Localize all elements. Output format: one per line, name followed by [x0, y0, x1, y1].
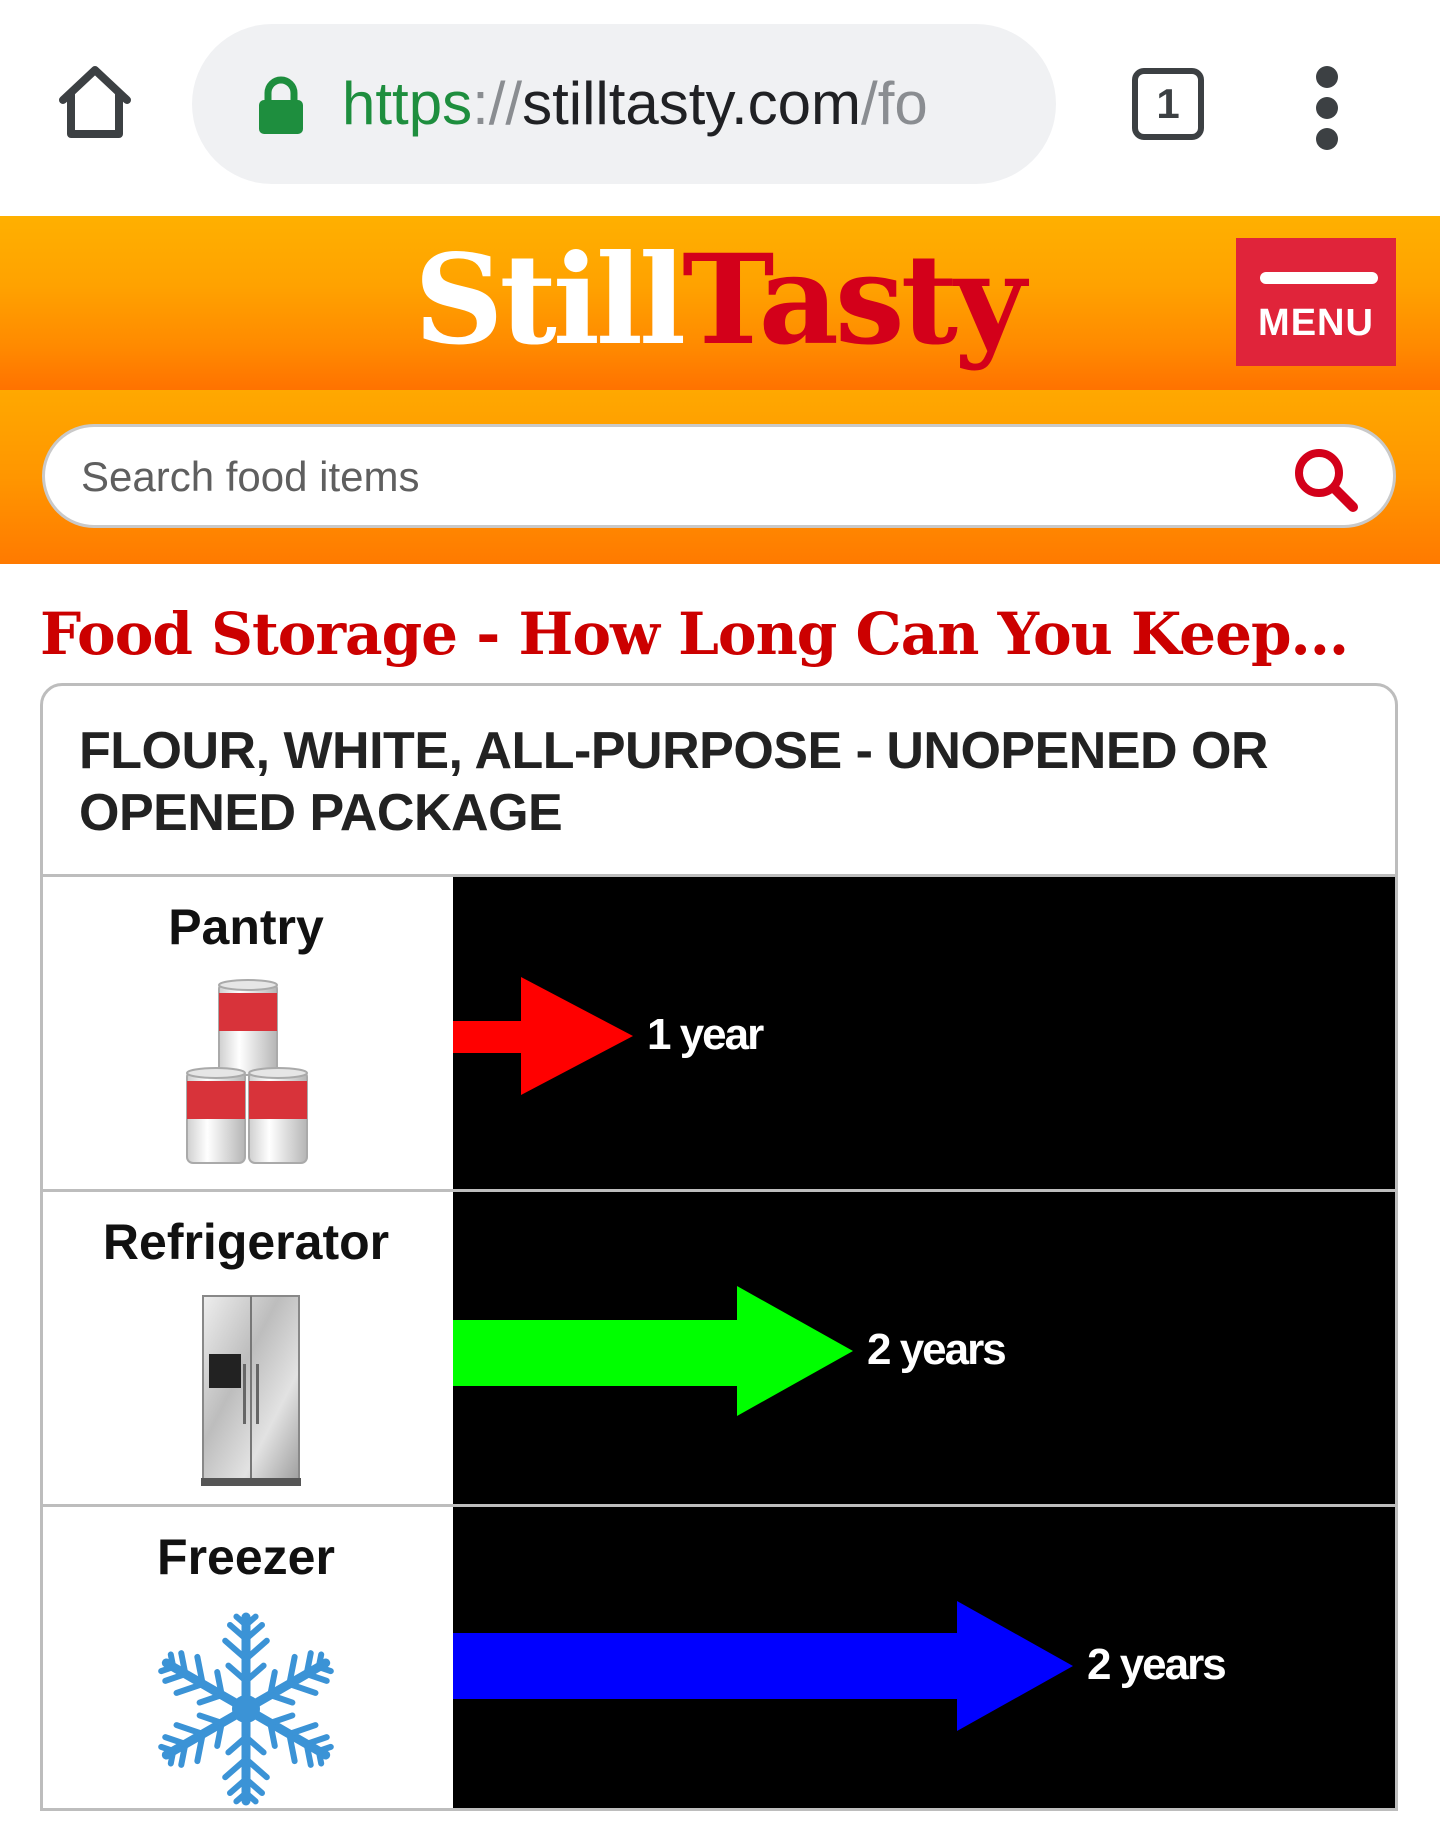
url-text[interactable]: https://stilltasty.com/fo [342, 66, 928, 142]
storage-row-pantry: Pantry 1 year [43, 877, 1395, 1189]
search-input[interactable] [81, 449, 1261, 505]
site-header: StillTasty MENU [0, 216, 1440, 390]
search-box [42, 424, 1396, 528]
logo-still: Still [414, 228, 686, 373]
tab-switcher-button[interactable]: 1 [1132, 68, 1204, 140]
search-icon[interactable] [1289, 443, 1361, 515]
storage-location-cell: Pantry [43, 877, 449, 1189]
storage-duration-cell: 2 years [453, 1192, 1395, 1504]
storage-row-freezer: Freezer 2 years [43, 1507, 1395, 1808]
storage-location-label: Refrigerator [102, 1214, 390, 1270]
duration-arrow [453, 977, 633, 1095]
home-icon[interactable] [55, 62, 135, 144]
address-bar[interactable]: https://stilltasty.com/fo [192, 24, 1056, 184]
storage-location-label: Pantry [168, 899, 324, 955]
canned-goods-icon [183, 977, 311, 1172]
duration-label: 2 years [867, 1325, 1007, 1374]
refrigerator-icon [201, 1294, 301, 1491]
duration-label: 2 years [1087, 1640, 1227, 1689]
menu-button[interactable]: MENU [1236, 238, 1396, 366]
storage-card: FLOUR, WHITE, ALL-PURPOSE - UNOPENED OR … [40, 683, 1398, 1811]
storage-location-cell: Freezer [43, 1507, 449, 1808]
storage-row-refrigerator: Refrigerator 2 years [43, 1192, 1395, 1504]
menu-bar-icon [1260, 272, 1378, 284]
browser-toolbar: https://stilltasty.com/fo 1 [0, 0, 1440, 216]
duration-arrow [453, 1601, 1073, 1731]
url-separator: :// [472, 70, 523, 137]
url-host: stilltasty.com [522, 70, 862, 137]
snowflake-icon [141, 1609, 351, 1808]
storage-location-cell: Refrigerator [43, 1192, 449, 1504]
duration-label: 1 year [647, 1010, 764, 1059]
menu-label: MENU [1258, 302, 1374, 344]
search-strip [0, 390, 1440, 564]
food-item-title: FLOUR, WHITE, ALL-PURPOSE - UNOPENED OR … [79, 722, 1269, 842]
storage-location-label: Freezer [157, 1529, 335, 1585]
storage-duration-cell: 2 years [453, 1507, 1395, 1808]
lock-icon [256, 76, 306, 136]
logo-tasty: Tasty [682, 228, 1026, 373]
url-scheme: https [342, 70, 473, 137]
more-options-icon[interactable] [1310, 66, 1346, 150]
page-title: Food Storage - How Long Can You Keep... [40, 600, 1349, 668]
url-path: /fo [861, 70, 928, 137]
storage-duration-cell: 1 year [453, 877, 1395, 1189]
site-logo[interactable]: StillTasty [414, 226, 1026, 376]
